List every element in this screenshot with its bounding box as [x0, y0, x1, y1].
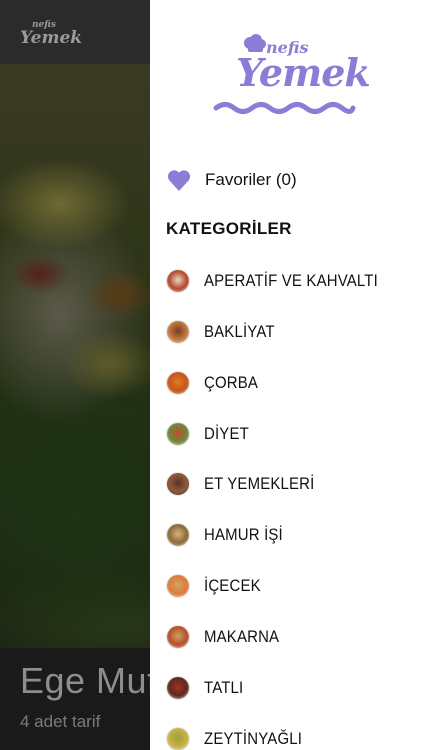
category-item[interactable]: ET YEMEKLERİ: [166, 469, 416, 499]
category-thumbnail-icon: [166, 574, 190, 598]
category-thumbnail-icon: [166, 472, 190, 496]
brand-logo: nefis Yemek: [212, 28, 371, 128]
category-label: BAKLİYAT: [204, 322, 275, 341]
category-label: TATLI: [204, 678, 244, 697]
category-label: ZEYTİNYAĞLI: [204, 729, 303, 748]
brand-wave-decoration: [213, 102, 356, 114]
categories-heading: KATEGORİLER: [166, 219, 292, 238]
category-thumbnail-icon: [166, 371, 190, 395]
category-thumbnail-icon: [166, 727, 190, 750]
category-thumbnail-icon: [166, 422, 190, 446]
category-thumbnail-icon: [166, 523, 190, 547]
category-item[interactable]: DİYET: [166, 419, 416, 449]
category-thumbnail-icon: [166, 625, 190, 649]
category-item[interactable]: MAKARNA: [166, 622, 416, 652]
brand-yemek: Yemek: [236, 50, 371, 95]
favorites-item[interactable]: Favoriler (0): [166, 164, 406, 196]
category-item[interactable]: BAKLİYAT: [166, 317, 416, 347]
category-item[interactable]: İÇECEK: [166, 571, 416, 601]
category-thumbnail-icon: [166, 320, 190, 344]
category-label: APERATİF VE KAHVALTI: [204, 271, 378, 290]
category-item[interactable]: ZEYTİNYAĞLI: [166, 724, 416, 750]
category-item[interactable]: TATLI: [166, 673, 416, 703]
category-item[interactable]: ÇORBA: [166, 368, 416, 398]
category-label: MAKARNA: [204, 627, 280, 646]
category-item[interactable]: HAMUR İŞİ: [166, 520, 416, 550]
category-item[interactable]: APERATİF VE KAHVALTI: [166, 266, 416, 296]
category-thumbnail-icon: [166, 269, 190, 293]
navigation-drawer: nefis Yemek Favoriler (0) KATEGORİLER AP…: [150, 0, 422, 750]
heart-icon: [167, 170, 191, 191]
category-thumbnail-icon: [166, 676, 190, 700]
category-label: ÇORBA: [204, 373, 259, 392]
category-label: HAMUR İŞİ: [204, 525, 283, 544]
category-label: ET YEMEKLERİ: [204, 474, 315, 493]
category-label: İÇECEK: [204, 576, 261, 595]
favorites-label: Favoriler (0): [205, 170, 297, 189]
background-subtitle: 4 adet tarif: [20, 712, 101, 731]
category-label: DİYET: [204, 424, 249, 443]
